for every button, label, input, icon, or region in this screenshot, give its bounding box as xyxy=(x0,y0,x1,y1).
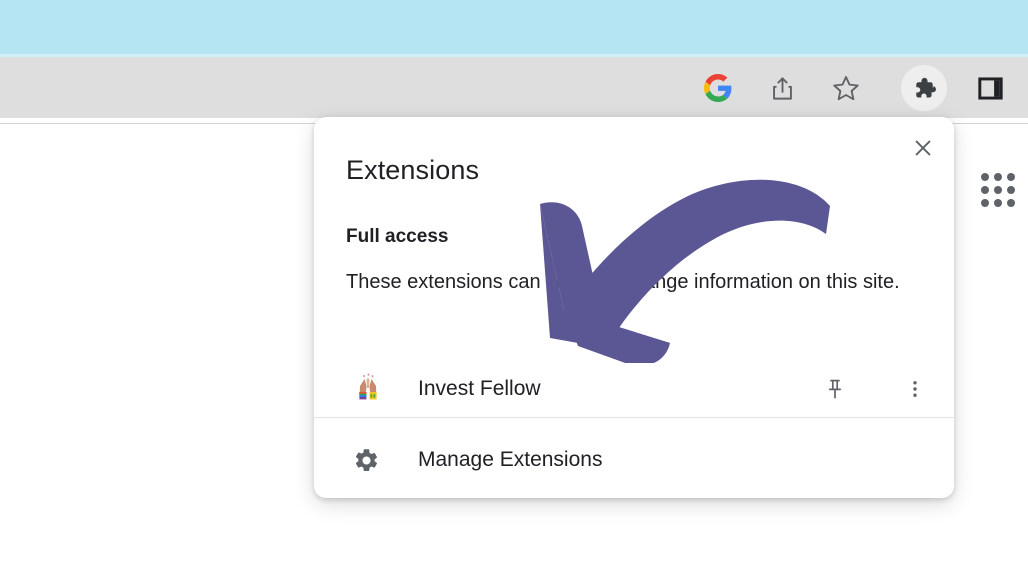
extension-row[interactable]: Invest Fellow xyxy=(314,362,954,417)
close-icon[interactable] xyxy=(906,131,940,165)
apps-grid-dot xyxy=(993,172,1002,181)
section-description: These extensions can see and change info… xyxy=(346,271,900,293)
manage-extensions-row[interactable]: Manage Extensions xyxy=(314,433,954,487)
share-icon[interactable] xyxy=(759,65,805,111)
extensions-puzzle-icon[interactable] xyxy=(901,65,947,111)
browser-toolbar xyxy=(0,57,1028,118)
apps-grid-dot xyxy=(980,185,989,194)
apps-grid-dot xyxy=(1007,185,1016,194)
more-options-icon[interactable] xyxy=(894,368,936,410)
apps-grid-dot xyxy=(1007,172,1016,181)
bookmark-star-icon[interactable] xyxy=(823,65,869,111)
manage-extensions-label: Manage Extensions xyxy=(418,448,603,471)
browser-tab-strip-band xyxy=(0,0,1028,54)
apps-grid-dot xyxy=(980,172,989,181)
google-icon[interactable] xyxy=(695,65,741,111)
pin-icon[interactable] xyxy=(814,368,856,410)
google-apps-grid-icon[interactable] xyxy=(978,170,1018,210)
section-heading: Full access xyxy=(346,226,449,247)
apps-grid-dot xyxy=(1007,199,1016,208)
apps-grid-dot xyxy=(993,185,1002,194)
extensions-popup: Extensions Full access These extensions … xyxy=(314,117,954,498)
gear-icon xyxy=(350,444,382,476)
popup-divider xyxy=(314,417,954,418)
invest-fellow-icon xyxy=(349,370,387,408)
page-title: Extensions xyxy=(346,155,480,185)
apps-grid-dot xyxy=(993,199,1002,208)
extension-name: Invest Fellow xyxy=(418,377,541,400)
apps-grid-dot xyxy=(980,199,989,208)
side-panel-icon[interactable] xyxy=(967,65,1013,111)
